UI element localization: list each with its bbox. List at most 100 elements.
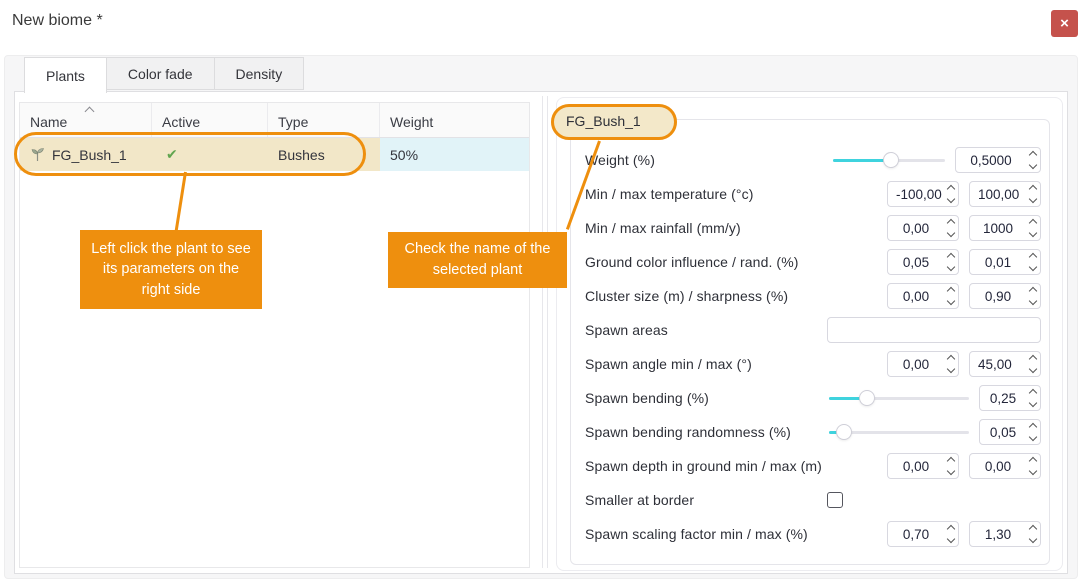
spin-down-icon [947,467,955,475]
field-label: Spawn bending (%) [585,390,827,406]
panel-splitter[interactable] [542,96,548,568]
temperature-max-spinbox[interactable]: 100,00 [969,181,1041,207]
field-label: Spawn areas [585,322,827,338]
smaller-at-border-checkbox[interactable] [827,492,843,508]
temperature-min-spinbox[interactable]: -100,00 [887,181,959,207]
spawn-bending-randomness-spinbox[interactable]: 0,05 [979,419,1041,445]
cell-weight: 50% [380,138,529,171]
spinner-buttons[interactable] [944,250,958,274]
tab-density[interactable]: Density [214,57,305,90]
spinner-buttons[interactable] [1026,454,1040,478]
spinner-buttons[interactable] [1026,284,1040,308]
field-label: Ground color influence / rand. (%) [585,254,827,270]
ground-color-randomness-spinbox[interactable]: 0,01 [969,249,1041,275]
spin-up-icon [947,253,955,261]
spin-up-icon [1029,423,1037,431]
cluster-sharpness-spinbox[interactable]: 0,90 [969,283,1041,309]
spinner-buttons[interactable] [944,454,958,478]
spinner-buttons[interactable] [1026,182,1040,206]
spawn-depth-min-spinbox[interactable]: 0,00 [887,453,959,479]
close-button[interactable]: × [1051,10,1078,37]
spawn-bending-slider[interactable] [829,390,969,406]
cluster-size-spinbox[interactable]: 0,00 [887,283,959,309]
spin-down-icon [1029,433,1037,441]
spawn-bending-spinbox[interactable]: 0,25 [979,385,1041,411]
spinner-buttons[interactable] [1026,420,1040,444]
column-header-weight[interactable]: Weight [380,103,529,137]
cell-active: ✔ [152,138,268,171]
field-row-spawn-angle: Spawn angle min / max (°) 0,00 45,00 [571,347,1049,381]
weight-slider[interactable] [833,152,945,168]
spin-down-icon [947,365,955,373]
column-header-active[interactable]: Active [152,103,268,137]
tab-plants[interactable]: Plants [24,57,107,93]
field-row-spawn-bending: Spawn bending (%) 0,25 [571,381,1049,415]
spin-up-icon [1029,287,1037,295]
spinner-buttons[interactable] [944,352,958,376]
rainfall-min-spinbox[interactable]: 0,00 [887,215,959,241]
field-row-weight: Weight (%) 0,5000 [571,143,1049,177]
spin-down-icon [1029,399,1037,407]
cell-type: Bushes [268,138,380,171]
tab-page-plants: Name Active Type Weight FG_Bush_1 ✔ Bush… [14,91,1068,574]
field-label: Spawn depth in ground min / max (m) [585,458,827,474]
field-row-spawn-depth: Spawn depth in ground min / max (m) 0,00… [571,449,1049,483]
spin-down-icon [1029,263,1037,271]
field-label: Smaller at border [585,492,827,508]
spawn-areas-input[interactable] [827,317,1041,343]
table-row[interactable]: FG_Bush_1 ✔ Bushes 50% [20,138,529,171]
spawn-angle-max-spinbox[interactable]: 45,00 [969,351,1041,377]
slider-handle[interactable] [859,390,875,406]
spinner-buttons[interactable] [1026,352,1040,376]
annotation-callout-left: Left click the plant to see its paramete… [80,230,262,309]
rainfall-max-spinbox[interactable]: 1000 [969,215,1041,241]
group-legend: FG_Bush_1 [566,113,641,129]
table-header: Name Active Type Weight [20,103,529,138]
spin-up-icon [947,219,955,227]
field-row-spawn-bending-randomness: Spawn bending randomness (%) 0,05 [571,415,1049,449]
spin-up-icon [947,287,955,295]
spin-up-icon [1029,219,1037,227]
ground-color-influence-spinbox[interactable]: 0,05 [887,249,959,275]
slider-handle[interactable] [836,424,852,440]
spin-down-icon [1029,161,1037,169]
spin-down-icon [947,535,955,543]
spinner-buttons[interactable] [1026,522,1040,546]
field-label: Cluster size (m) / sharpness (%) [585,288,827,304]
spin-down-icon [1029,535,1037,543]
spawn-scaling-max-spinbox[interactable]: 1,30 [969,521,1041,547]
spin-down-icon [947,263,955,271]
field-label: Spawn angle min / max (°) [585,356,827,372]
tab-color-fade[interactable]: Color fade [106,57,215,90]
spawn-depth-max-spinbox[interactable]: 0,00 [969,453,1041,479]
spinner-buttons[interactable] [1026,386,1040,410]
spawn-scaling-min-spinbox[interactable]: 0,70 [887,521,959,547]
plant-icon [30,147,46,162]
spin-down-icon [947,297,955,305]
spinner-buttons[interactable] [1026,250,1040,274]
close-icon: × [1060,15,1069,32]
tab-bar: Plants Color fade Density [24,57,303,93]
cell-name: FG_Bush_1 [20,138,152,171]
weight-spinbox[interactable]: 0,5000 [955,147,1041,173]
spinner-buttons[interactable] [944,216,958,240]
slider-handle[interactable] [883,152,899,168]
spinner-buttons[interactable] [944,522,958,546]
field-row-smaller-at-border: Smaller at border [571,483,1049,517]
spinner-buttons[interactable] [944,284,958,308]
spin-up-icon [1029,389,1037,397]
spawn-angle-min-spinbox[interactable]: 0,00 [887,351,959,377]
field-label: Spawn scaling factor min / max (%) [585,526,827,542]
field-row-ground-color: Ground color influence / rand. (%) 0,05 … [571,245,1049,279]
spin-up-icon [947,457,955,465]
column-header-name[interactable]: Name [20,103,152,137]
sort-ascending-icon [86,106,94,114]
plant-parameters-group: Weight (%) 0,5000 Min / max temperature … [570,119,1050,565]
spinner-buttons[interactable] [1026,148,1040,172]
spawn-bending-randomness-slider[interactable] [829,424,969,440]
spinner-buttons[interactable] [1026,216,1040,240]
spin-down-icon [1029,195,1037,203]
check-icon: ✔ [166,146,178,163]
spinner-buttons[interactable] [944,182,958,206]
column-header-type[interactable]: Type [268,103,380,137]
